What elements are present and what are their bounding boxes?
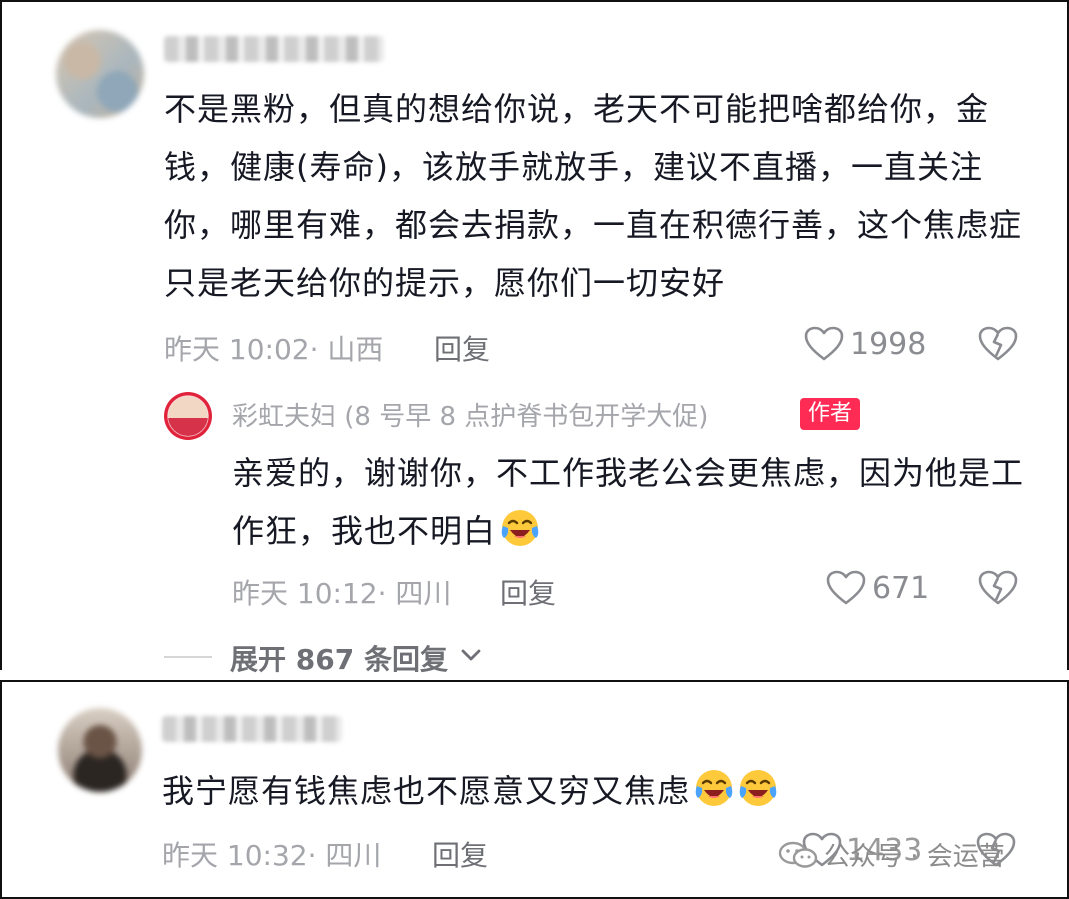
reply-text-content: 亲爱的，谢谢你，不工作我老公会更焦虑，因为他是工作狂，我也不明白 xyxy=(232,454,1025,550)
reply-button[interactable]: 回复 xyxy=(434,328,490,368)
avatar[interactable] xyxy=(58,708,142,792)
expand-replies-button[interactable]: 展开 867 条回复 xyxy=(230,638,448,678)
tears-of-joy-emoji-icon xyxy=(695,770,733,806)
username-blurred[interactable] xyxy=(164,36,384,62)
tears-of-joy-emoji-icon xyxy=(501,510,539,546)
like-count: 671 xyxy=(872,571,930,606)
comment-text-content: 我宁愿有钱焦虑也不愿意又穷又焦虑 xyxy=(162,772,691,810)
reply-button[interactable]: 回复 xyxy=(500,572,556,612)
comment-text: 我宁愿有钱焦虑也不愿意又穷又焦虑 xyxy=(162,762,1022,820)
comment-timestamp-location: 昨天 10:02· 山西 xyxy=(164,333,384,366)
reply-button[interactable]: 回复 xyxy=(432,834,488,874)
watermark-text: 公众号 · 会运营 xyxy=(824,842,1005,872)
reply-text: 亲爱的，谢谢你，不工作我老公会更焦虑，因为他是工作狂，我也不明白 xyxy=(232,444,1032,560)
comment-timestamp-location: 昨天 10:32· 四川 xyxy=(162,839,382,872)
reply-timestamp-location: 昨天 10:12· 四川 xyxy=(232,577,452,610)
heart-icon[interactable] xyxy=(826,570,866,606)
author-avatar[interactable] xyxy=(164,392,212,440)
avatar[interactable] xyxy=(56,30,144,118)
broken-heart-icon[interactable] xyxy=(978,570,1018,606)
wechat-icon xyxy=(778,841,818,868)
username-blurred[interactable] xyxy=(162,716,342,742)
comment-thread-card: 不是黑粉，但真的想给你说，老天不可能把啥都给你，金钱，健康(寿命)，该放手就放手… xyxy=(0,0,1069,676)
chevron-down-icon[interactable] xyxy=(458,644,484,666)
expand-divider xyxy=(164,656,212,658)
heart-icon[interactable] xyxy=(804,326,844,362)
comment-text: 不是黑粉，但真的想给你说，老天不可能把啥都给你，金钱，健康(寿命)，该放手就放手… xyxy=(164,90,1023,302)
author-badge: 作者 xyxy=(800,398,861,430)
like-count: 1998 xyxy=(850,327,927,362)
author-name[interactable]: 彩虹夫妇 (8 号早 8 点护脊书包开学大促) xyxy=(232,396,708,433)
broken-heart-icon[interactable] xyxy=(978,326,1018,362)
tears-of-joy-emoji-icon xyxy=(739,770,777,806)
